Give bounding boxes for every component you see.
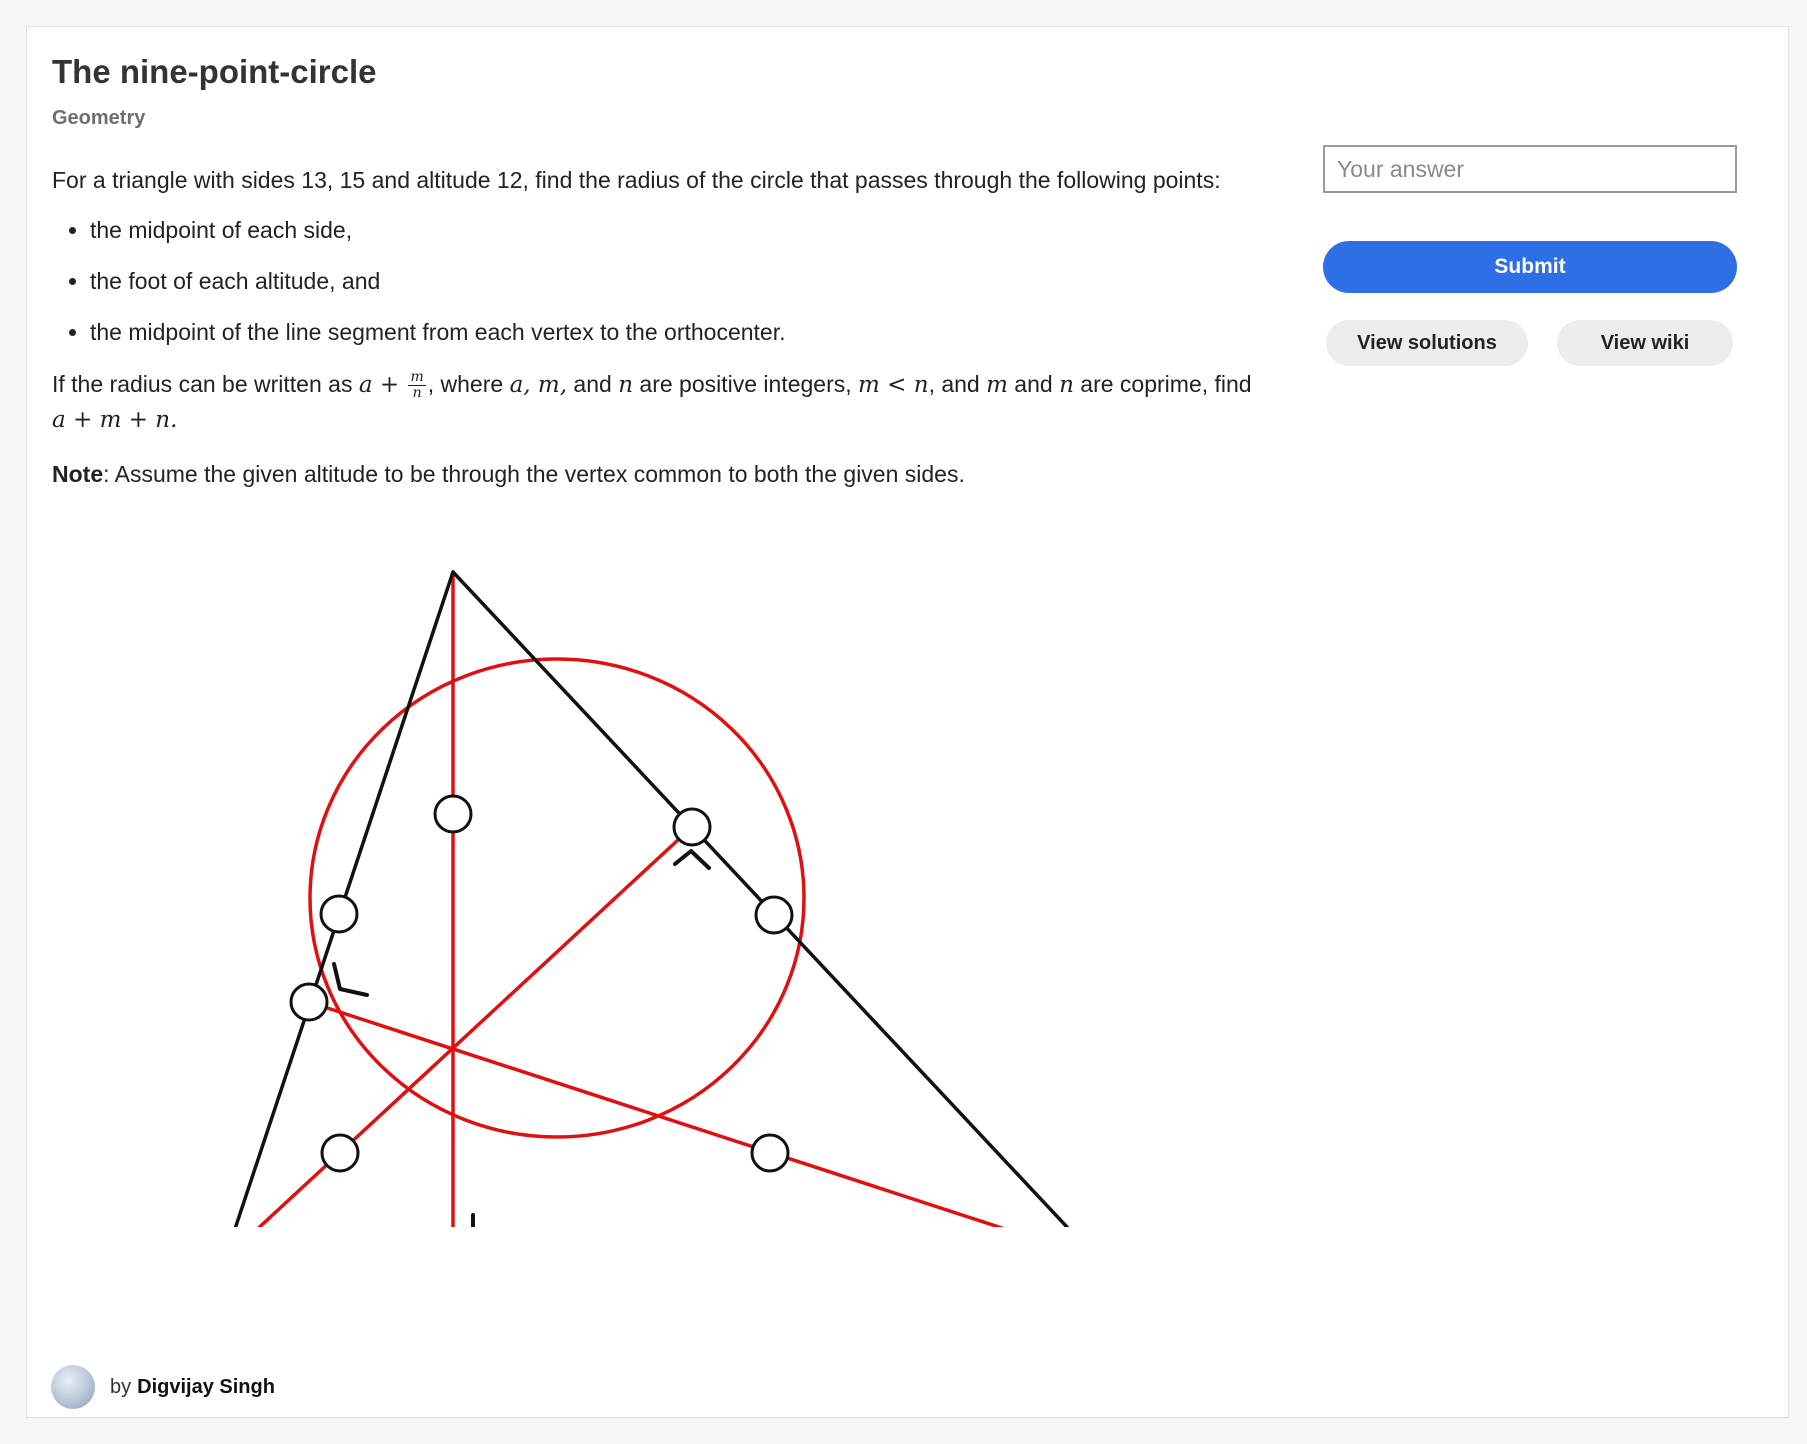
altitude-from-right <box>307 1000 1005 1227</box>
answer-input[interactable] <box>1323 145 1737 193</box>
avatar[interactable] <box>51 1365 95 1409</box>
by-label: by <box>110 1375 132 1398</box>
nine-point <box>750 1133 790 1173</box>
nine-point <box>319 894 359 934</box>
view-wiki-button[interactable]: View wiki <box>1557 320 1733 366</box>
author-name[interactable]: Digvijay Singh <box>137 1376 275 1399</box>
nine-point <box>289 982 329 1022</box>
right-angle-marker <box>471 1213 475 1227</box>
nine-point-circle <box>308 657 806 1139</box>
right-angle-marker <box>673 849 711 870</box>
right-angle-marker <box>332 962 369 997</box>
nine-point <box>433 794 473 834</box>
triangle <box>233 570 1070 1227</box>
nine-point <box>320 1133 360 1173</box>
nine-point-circle-figure <box>233 570 1070 1227</box>
nine-point <box>754 895 794 935</box>
nine-point <box>672 807 712 847</box>
submit-button[interactable]: Submit <box>1323 241 1737 293</box>
altitude-from-left <box>257 825 694 1227</box>
problem-card: The nine-point-circle Geometry For a tri… <box>26 26 1789 1418</box>
view-solutions-button[interactable]: View solutions <box>1326 320 1528 366</box>
author-byline: by Digvijay Singh <box>51 1365 275 1409</box>
